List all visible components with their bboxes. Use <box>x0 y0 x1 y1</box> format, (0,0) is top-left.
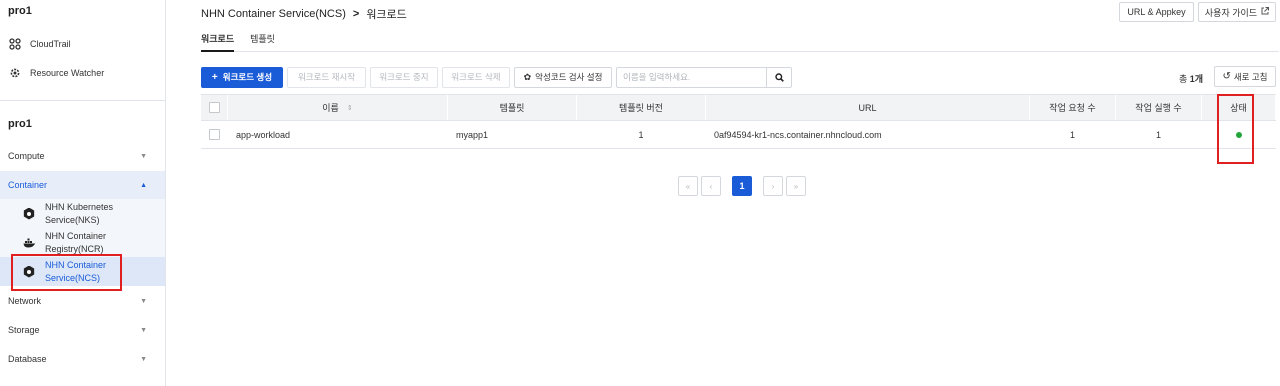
breadcrumb-separator: > <box>352 8 360 20</box>
cell-execution-count: 1 <box>1116 121 1202 148</box>
breadcrumb-service[interactable]: NHN Container Service(NCS) <box>201 8 346 20</box>
sidebar-divider <box>0 100 165 101</box>
column-execution-count: 작업 실행 수 <box>1116 95 1202 120</box>
chevron-down-icon: ▼ <box>140 326 147 334</box>
sidebar-category-container[interactable]: Container ▲ <box>0 171 165 199</box>
sidebar-category-database[interactable]: Database ▼ <box>0 345 165 373</box>
table-row[interactable]: app-workload myapp1 1 0af94594-kr1-ncs.c… <box>201 121 1276 149</box>
sort-icon: ⇕ <box>346 104 353 112</box>
first-page-button[interactable]: « <box>678 176 698 196</box>
chevron-down-icon: ▼ <box>140 355 147 363</box>
user-guide-button[interactable]: 사용자 가이드 <box>1198 2 1276 22</box>
cell-status <box>1202 121 1276 148</box>
sidebar-item-resource-watcher[interactable]: Resource Watcher <box>0 64 165 82</box>
column-template: 템플릿 <box>448 95 577 120</box>
malware-scan-setting-button[interactable]: ✿ 악성코드 검사 설정 <box>514 66 612 88</box>
column-template-version: 템플릿 버전 <box>577 95 706 120</box>
sidebar-sub-label: NHN Container Registry(NCR) <box>45 230 107 254</box>
column-name[interactable]: 이름 ⇕ <box>228 95 448 120</box>
cell-name[interactable]: app-workload <box>228 121 448 148</box>
search-button[interactable] <box>766 67 791 87</box>
sidebar-category-compute[interactable]: Compute ▼ <box>0 142 165 170</box>
delete-workload-button[interactable]: 워크로드 삭제 <box>442 66 510 88</box>
org-title: pro1 <box>8 5 32 17</box>
sidebar-item-ncr[interactable]: NHN Container Registry(NCR) <box>0 228 165 257</box>
prev-page-button[interactable]: ‹ <box>701 176 721 196</box>
refresh-button[interactable]: ↺ 새로 고침 <box>1214 66 1276 87</box>
sidebar-item-nks[interactable]: NHN Kubernetes Service(NKS) <box>0 199 165 228</box>
docker-icon <box>22 236 36 250</box>
search-icon <box>774 72 784 82</box>
status-running-dot <box>1235 131 1242 138</box>
sidebar-category-network[interactable]: Network ▼ <box>0 287 165 315</box>
total-count: 총 1개 <box>1179 74 1204 84</box>
category-label: Compute <box>8 151 45 161</box>
category-label: Storage <box>8 325 40 335</box>
category-label: Network <box>8 296 42 306</box>
row-checkbox-cell <box>201 121 228 148</box>
column-request-count: 작업 요청 수 <box>1030 95 1116 120</box>
chevron-down-icon: ▼ <box>140 152 147 160</box>
sidebar-category-storage[interactable]: Storage ▼ <box>0 316 165 344</box>
breadcrumb: NHN Container Service(NCS) > 워크로드 <box>201 6 407 22</box>
sidebar-sub-label: NHN Kubernetes Service(NKS) <box>45 201 114 225</box>
external-link-icon <box>1261 7 1270 17</box>
sidebar-item-label: CloudTrail <box>30 39 71 49</box>
select-all-checkbox-cell <box>201 95 228 120</box>
sidebar: pro1 CloudTrail Resource Watcher pro1 Co… <box>0 0 166 386</box>
cell-template: myapp1 <box>448 121 577 148</box>
page-button-current[interactable]: 1 <box>732 176 752 196</box>
toolbar: + 워크로드 생성 워크로드 재시작 워크로드 중지 워크로드 삭제 ✿ 악성코… <box>201 66 792 88</box>
restart-workload-button[interactable]: 워크로드 재시작 <box>287 66 366 88</box>
main-content: NHN Container Service(NCS) > 워크로드 URL & … <box>166 0 1280 386</box>
tab-template[interactable]: 템플릿 <box>250 28 275 52</box>
category-label: Container <box>8 180 48 190</box>
column-url: URL <box>706 95 1030 120</box>
url-appkey-button[interactable]: URL & Appkey <box>1119 2 1194 22</box>
ncs-icon <box>22 265 36 279</box>
project-title: pro1 <box>8 118 32 130</box>
cell-template-version: 1 <box>577 121 706 148</box>
category-label: Database <box>8 354 47 364</box>
search-box <box>616 66 792 88</box>
cloudtrail-icon <box>8 37 22 51</box>
last-page-button[interactable]: » <box>786 176 806 196</box>
plus-icon: + <box>211 71 218 83</box>
select-all-checkbox[interactable] <box>208 102 220 113</box>
sidebar-item-label: Resource Watcher <box>30 68 105 78</box>
kubernetes-icon <box>22 207 36 221</box>
next-page-button[interactable]: › <box>763 176 783 196</box>
search-input[interactable] <box>617 72 767 82</box>
cell-request-count: 1 <box>1030 121 1116 148</box>
chevron-up-icon: ▲ <box>140 181 147 189</box>
page-title: 워크로드 <box>366 9 407 21</box>
cell-url: 0af94594-kr1-ncs.container.nhncloud.com <box>706 121 1030 148</box>
gear-icon <box>8 66 22 80</box>
pagination: « ‹ 1 › » <box>678 176 806 196</box>
sidebar-sub-label: NHN Container Service(NCS) <box>45 259 107 283</box>
refresh-icon: ↺ <box>1222 71 1231 82</box>
workload-table: 이름 ⇕ 템플릿 템플릿 버전 URL 작업 요청 수 작업 실행 수 상태 ap… <box>201 94 1276 149</box>
gear-icon: ✿ <box>523 71 532 82</box>
sidebar-item-cloudtrail[interactable]: CloudTrail <box>0 35 165 53</box>
column-status: 상태 <box>1202 95 1276 120</box>
table-header: 이름 ⇕ 템플릿 템플릿 버전 URL 작업 요청 수 작업 실행 수 상태 <box>201 94 1276 121</box>
tab-bar: 워크로드 템플릿 <box>201 28 1279 52</box>
chevron-down-icon: ▼ <box>140 297 147 305</box>
stop-workload-button[interactable]: 워크로드 중지 <box>370 66 438 88</box>
tab-workload[interactable]: 워크로드 <box>201 28 235 52</box>
row-checkbox[interactable] <box>208 129 220 140</box>
create-workload-button[interactable]: + 워크로드 생성 <box>201 66 283 88</box>
sidebar-item-ncs[interactable]: NHN Container Service(NCS) <box>0 257 165 286</box>
